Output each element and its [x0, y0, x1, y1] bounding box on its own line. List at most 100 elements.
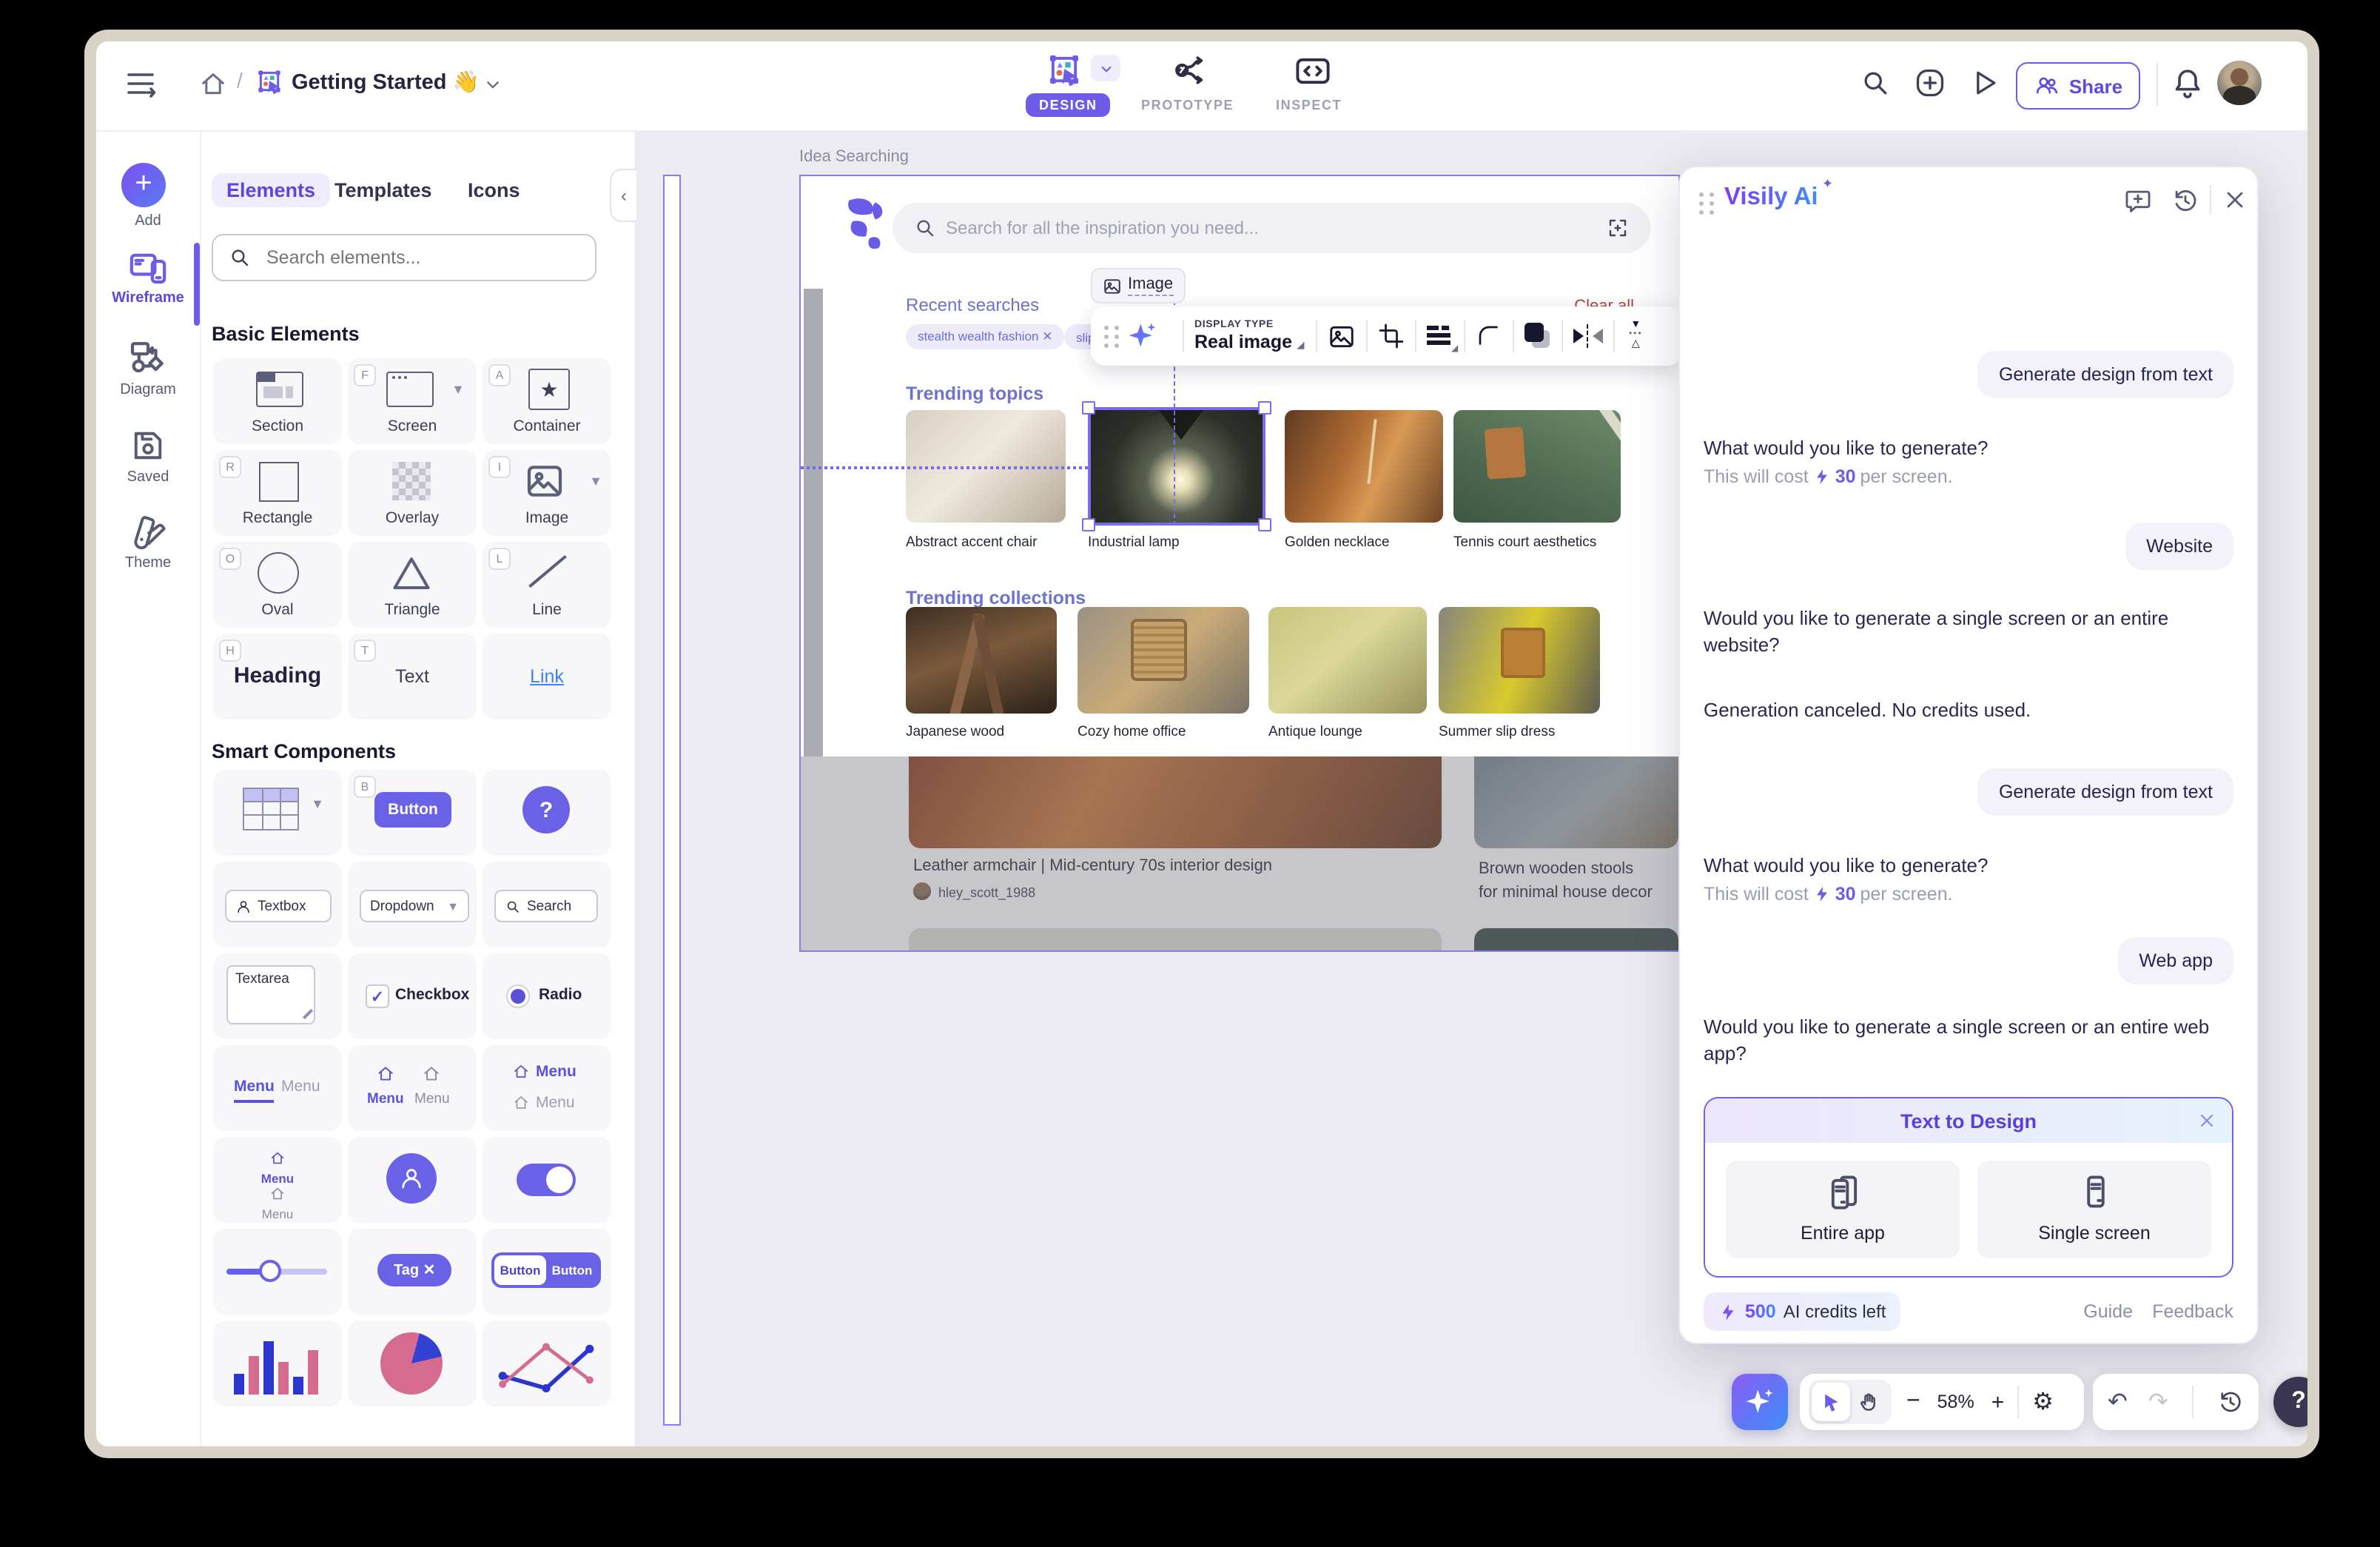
card-close-icon[interactable] — [2196, 1110, 2217, 1131]
fill-style-icon[interactable]: ◢ — [1427, 324, 1453, 348]
image-variants-caret[interactable]: ▼ — [589, 474, 602, 489]
element-tile-container[interactable]: A ★ Container — [483, 358, 611, 444]
search-icon[interactable] — [1859, 67, 1892, 99]
close-panel-icon[interactable] — [2222, 187, 2248, 213]
avatar[interactable] — [2217, 61, 2262, 105]
chat-history-icon[interactable] — [2171, 187, 2199, 215]
home-icon[interactable] — [198, 70, 228, 99]
image-fill-icon[interactable] — [1328, 322, 1356, 350]
main-menu-icon[interactable] — [124, 65, 160, 104]
rail-wireframe-label[interactable]: Wireframe — [96, 290, 200, 306]
smart-tile-search[interactable]: Search — [483, 862, 611, 947]
inspiration-search-bar[interactable]: Search for all the inspiration you need.… — [892, 203, 1650, 253]
side-screen-frame[interactable] — [663, 175, 681, 1426]
redo-icon[interactable]: ↷ — [2148, 1387, 2168, 1417]
crop-icon[interactable] — [1378, 323, 1405, 349]
zoom-in-button[interactable]: + — [1991, 1389, 2005, 1415]
collapse-panel-chevron[interactable]: ‹ — [610, 169, 636, 222]
cursor-tool[interactable] — [1812, 1383, 1850, 1421]
smart-tile-menu-vertical[interactable]: Menu Menu — [483, 1045, 611, 1131]
element-tile-rectangle[interactable]: R Rectangle — [213, 450, 342, 536]
help-button[interactable]: ? — [2273, 1377, 2319, 1427]
rail-theme-label[interactable]: Theme — [96, 555, 200, 571]
guide-link[interactable]: Guide — [2083, 1301, 2133, 1322]
smart-tile-menu-tabs[interactable]: Menu Menu — [213, 1045, 342, 1131]
tab-elements[interactable]: Elements — [212, 173, 330, 207]
element-tile-image[interactable]: I ▼ Image — [483, 450, 611, 536]
saved-icon[interactable] — [129, 426, 167, 465]
zoom-out-button[interactable]: − — [1906, 1389, 1920, 1415]
table-variants-caret[interactable]: ▼ — [311, 796, 324, 811]
corner-radius-icon[interactable] — [1476, 323, 1502, 349]
smart-tile-toggle[interactable] — [483, 1137, 611, 1223]
notifications-bell-icon[interactable] — [2170, 65, 2205, 101]
canvas-settings-gear-icon[interactable]: ⚙ — [2032, 1387, 2054, 1417]
ai-sparkle-icon[interactable] — [1126, 320, 1159, 352]
collection-image-cozy-home-office[interactable] — [1078, 607, 1249, 714]
element-tile-link[interactable]: Link — [483, 634, 611, 719]
option-single-screen[interactable]: Single screen — [1977, 1161, 2211, 1258]
frame-title[interactable]: Idea Searching — [799, 148, 909, 166]
element-tile-text[interactable]: T Text — [348, 634, 477, 719]
smart-tile-menu-icons[interactable]: Menu Menu — [348, 1045, 477, 1131]
feedback-link[interactable]: Feedback — [2152, 1301, 2233, 1322]
design-dropdown-chevron[interactable] — [1091, 55, 1120, 81]
smart-tile-table[interactable]: ▼ — [213, 770, 342, 856]
smart-tile-avatar[interactable] — [348, 1137, 477, 1223]
option-entire-app[interactable]: Entire app — [1726, 1161, 1960, 1258]
element-tile-heading[interactable]: H Heading — [213, 634, 342, 719]
drag-handle-icon[interactable] — [1104, 325, 1120, 347]
smart-tile-help[interactable]: ? — [483, 770, 611, 856]
panel-drag-handle-icon[interactable] — [1699, 192, 1715, 215]
smart-tile-checkbox[interactable]: ✓ Checkbox — [348, 953, 477, 1039]
element-tile-line[interactable]: L Line — [483, 542, 611, 628]
add-file-icon[interactable] — [1914, 67, 1946, 99]
smart-tile-pie-chart[interactable] — [348, 1321, 477, 1406]
recent-search-tag[interactable]: stealth wealth fashion ✕ — [906, 324, 1064, 349]
tab-icons[interactable]: Icons — [468, 179, 520, 201]
smart-tile-radio[interactable]: Radio — [483, 953, 611, 1039]
display-type-dropdown[interactable]: DISPLAY TYPE Real image ◢ — [1194, 321, 1304, 352]
search-elements-input[interactable] — [263, 246, 565, 269]
smart-tile-textbox[interactable]: Textbox — [213, 862, 342, 947]
hand-tool[interactable] — [1850, 1383, 1889, 1421]
shadow-icon[interactable] — [1525, 323, 1551, 349]
selection-handle[interactable] — [1258, 401, 1271, 415]
theme-icon[interactable] — [129, 512, 167, 551]
breadcrumb[interactable]: Getting Started 👋 — [292, 70, 480, 95]
chevron-down-icon[interactable] — [481, 73, 505, 96]
smart-tile-slider[interactable] — [213, 1229, 342, 1315]
smart-tile-line-chart[interactable] — [483, 1321, 611, 1406]
collection-image-antique-lounge[interactable] — [1268, 607, 1427, 714]
topic-image-tennis-court[interactable] — [1453, 410, 1621, 523]
selection-handle[interactable] — [1082, 518, 1095, 531]
smart-tile-dropdown[interactable]: Dropdown▼ — [348, 862, 477, 947]
diagram-icon[interactable] — [127, 338, 169, 379]
undo-icon[interactable]: ↶ — [2108, 1387, 2128, 1417]
distribute-icon[interactable]: ▼ ••• △ — [1625, 321, 1646, 351]
tab-templates[interactable]: Templates — [335, 179, 432, 201]
selection-handle[interactable] — [1258, 518, 1271, 531]
search-elements-box[interactable] — [212, 234, 596, 281]
collection-image-japanese-wood[interactable] — [906, 607, 1057, 714]
smart-tile-button[interactable]: B Button — [348, 770, 477, 856]
zoom-level[interactable]: 58% — [1932, 1392, 1980, 1412]
rail-diagram-label[interactable]: Diagram — [96, 382, 200, 398]
element-tile-oval[interactable]: O Oval — [213, 542, 342, 628]
add-button[interactable]: + — [121, 163, 166, 207]
version-history-icon[interactable] — [2217, 1389, 2244, 1415]
screen-variants-caret[interactable]: ▼ — [451, 382, 465, 397]
smart-tile-button-group[interactable]: Button Button — [483, 1229, 611, 1315]
element-tile-screen[interactable]: F ▼ Screen — [348, 358, 477, 444]
selection-handle[interactable] — [1082, 401, 1095, 415]
expand-icon[interactable] — [1606, 216, 1630, 240]
flip-icon[interactable] — [1573, 324, 1603, 348]
smart-tile-tag[interactable]: Tag ✕ — [348, 1229, 477, 1315]
ai-assistant-button[interactable] — [1732, 1374, 1788, 1430]
element-tile-overlay[interactable]: Overlay — [348, 450, 477, 536]
topic-image-industrial-lamp-selected[interactable] — [1088, 407, 1265, 526]
new-chat-icon[interactable] — [2124, 187, 2152, 215]
topic-image-golden-necklace[interactable] — [1285, 410, 1443, 523]
element-tile-triangle[interactable]: Triangle — [348, 542, 477, 628]
smart-tile-bar-chart[interactable] — [213, 1321, 342, 1406]
